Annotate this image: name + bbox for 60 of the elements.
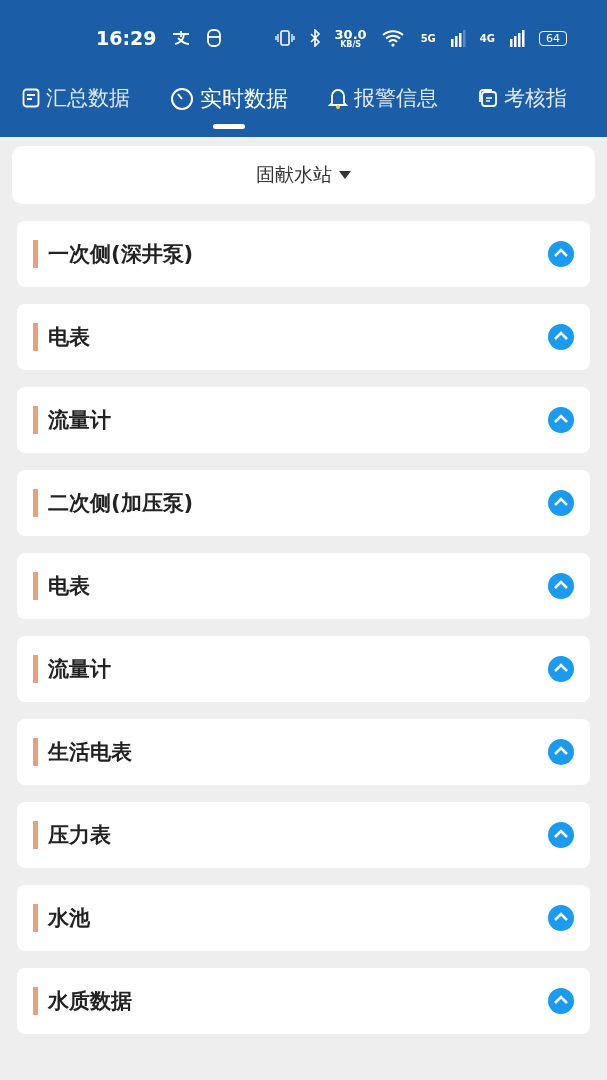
section-title: 水质数据 bbox=[48, 988, 133, 1015]
accent-bar bbox=[33, 738, 38, 766]
section-title: 电表 bbox=[48, 573, 91, 600]
signal-icon bbox=[449, 29, 466, 47]
chevron-up-icon[interactable] bbox=[548, 822, 574, 848]
section-title: 压力表 bbox=[48, 822, 112, 849]
section-title: 一次侧(深井泵) bbox=[48, 241, 195, 268]
section-header[interactable]: 生活电表 bbox=[17, 719, 590, 785]
tab[interactable]: 实时数据 bbox=[170, 76, 288, 129]
section-title: 水池 bbox=[48, 905, 91, 932]
vibrate-icon bbox=[274, 29, 295, 47]
section-header[interactable]: 压力表 bbox=[17, 802, 590, 868]
section-header[interactable]: 流量计 bbox=[17, 636, 590, 702]
timer-icon bbox=[170, 87, 194, 111]
accent-bar bbox=[33, 987, 38, 1015]
chevron-up-icon[interactable] bbox=[548, 490, 574, 516]
network-type: 5G bbox=[420, 32, 436, 44]
tab[interactable]: 考核指 bbox=[478, 76, 567, 127]
caret-icon bbox=[337, 170, 352, 180]
signal-icon bbox=[509, 29, 525, 47]
accent-bar bbox=[33, 655, 38, 683]
clock-time: 16:29 bbox=[96, 27, 157, 49]
network-type: 4G bbox=[479, 32, 495, 44]
chevron-up-icon[interactable] bbox=[548, 905, 574, 931]
accent-bar bbox=[33, 821, 38, 849]
section-title: 生活电表 bbox=[48, 739, 133, 766]
chevron-up-icon[interactable] bbox=[548, 988, 574, 1014]
chevron-up-icon[interactable] bbox=[548, 739, 574, 765]
copy-icon bbox=[478, 88, 498, 108]
accent-bar bbox=[33, 406, 38, 434]
section-header[interactable]: 水质数据 bbox=[17, 968, 590, 1034]
chevron-up-icon[interactable] bbox=[548, 241, 574, 267]
accent-bar bbox=[33, 572, 38, 600]
accent-bar bbox=[33, 240, 38, 268]
document-icon bbox=[22, 88, 40, 108]
section-title: 电表 bbox=[48, 324, 91, 351]
battery-level: 64 bbox=[539, 30, 567, 46]
chevron-up-icon[interactable] bbox=[548, 573, 574, 599]
bluetooth-icon bbox=[308, 29, 321, 47]
network-speed: 30.0 bbox=[334, 27, 367, 41]
tab[interactable]: 报警信息 bbox=[328, 76, 438, 127]
section-header[interactable]: 电表 bbox=[17, 553, 590, 619]
chevron-up-icon[interactable] bbox=[548, 407, 574, 433]
chevron-up-icon[interactable] bbox=[548, 656, 574, 682]
section-title: 二次侧(加压泵) bbox=[48, 490, 195, 517]
station-dropdown[interactable]: 固献水站 bbox=[12, 146, 595, 204]
speed-unit: KB/S bbox=[340, 40, 362, 49]
section-header[interactable]: 电表 bbox=[17, 304, 590, 370]
bell-icon bbox=[328, 87, 348, 109]
section-title: 流量计 bbox=[48, 656, 112, 683]
section-header[interactable]: 水池 bbox=[17, 885, 590, 951]
section-header[interactable]: 流量计 bbox=[17, 387, 590, 453]
section-header[interactable]: 二次侧(加压泵) bbox=[17, 470, 590, 536]
section-header[interactable]: 一次侧(深井泵) bbox=[17, 221, 590, 287]
chevron-up-icon[interactable] bbox=[548, 324, 574, 350]
accent-bar bbox=[33, 904, 38, 932]
section-title: 流量计 bbox=[48, 407, 112, 434]
accent-bar bbox=[33, 489, 38, 517]
tab[interactable]: 汇总数据 bbox=[22, 76, 130, 127]
accent-bar bbox=[33, 323, 38, 351]
